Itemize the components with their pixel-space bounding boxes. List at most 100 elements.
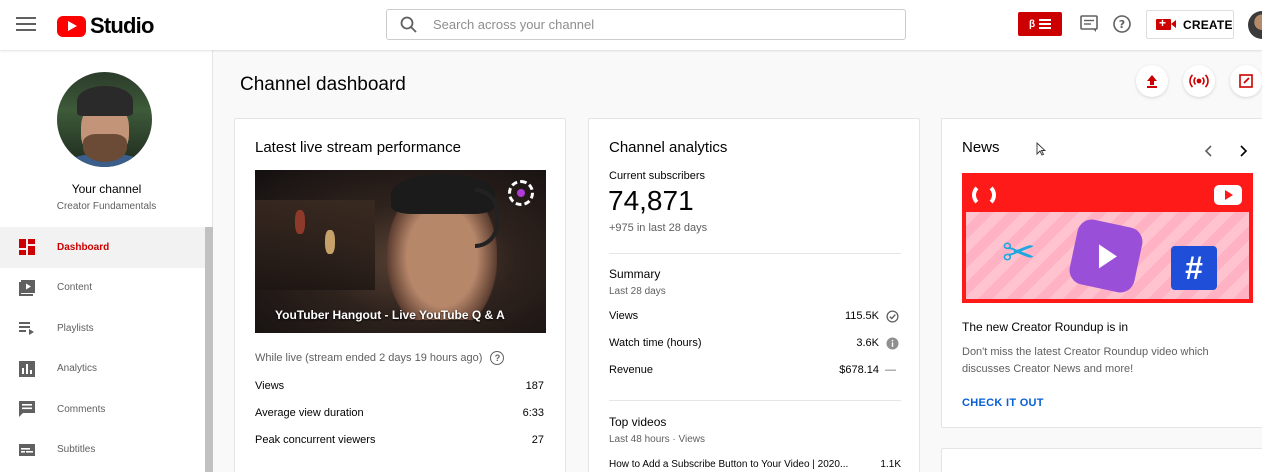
revenue-indicator: — xyxy=(885,364,896,376)
divider xyxy=(609,253,901,254)
channel-name: Creator Fundamentals xyxy=(56,201,157,212)
sidebar: Your channel Creator Fundamentals Dashbo… xyxy=(0,50,213,472)
check-it-out-button[interactable]: CHECK IT OUT xyxy=(962,397,1044,409)
stat-label: Peak concurrent viewers xyxy=(255,434,376,446)
playlists-icon xyxy=(19,322,34,336)
sidebar-item-label: Playlists xyxy=(57,322,94,334)
divider xyxy=(609,400,901,401)
summary-label: Views xyxy=(609,310,639,322)
page-title: Channel dashboard xyxy=(240,74,406,95)
content-icon xyxy=(19,279,35,296)
menu-icon[interactable] xyxy=(16,15,36,33)
subscribers-label: Current subscribers xyxy=(609,170,705,182)
analytics-icon xyxy=(19,360,35,377)
stat-value: 187 xyxy=(525,380,544,392)
gear-play-icon xyxy=(1066,216,1146,296)
live-icon xyxy=(1189,74,1209,88)
sidebar-item-label: Content xyxy=(57,282,93,294)
sidebar-item-playlists[interactable]: Playlists xyxy=(0,308,205,349)
stat-value: 6:33 xyxy=(522,407,544,419)
help-icon[interactable]: ? xyxy=(490,351,505,365)
news-headline[interactable]: The new Creator Roundup is in xyxy=(962,320,1128,334)
live-note-text: While live (stream ended 2 days 19 hours… xyxy=(255,352,483,364)
channel-watermark-icon xyxy=(508,180,534,206)
create-label: CREATE xyxy=(1183,17,1233,32)
sidebar-item-dashboard[interactable]: Dashboard xyxy=(0,227,205,268)
summary-row-views: Views 115.5K xyxy=(609,310,899,326)
stat-label: Views xyxy=(255,380,285,392)
live-card-title: Latest live stream performance xyxy=(255,139,461,156)
news-body: Don't miss the latest Creator Roundup vi… xyxy=(962,346,1209,375)
your-channel-label: Your channel xyxy=(71,182,142,196)
subscribers-count: 74,871 xyxy=(608,185,694,216)
news-card: News ✂ # The new Creator Roundup is in D… xyxy=(941,118,1262,428)
sidebar-scrollbar[interactable] xyxy=(205,227,213,472)
studio-logo[interactable]: Studio xyxy=(57,13,154,39)
summary-row-revenue: Revenue $678.14 — xyxy=(609,364,899,380)
upload-video-button[interactable] xyxy=(1136,65,1168,97)
chevron-left-icon[interactable] xyxy=(1200,142,1218,160)
search-icon xyxy=(400,16,417,33)
edit-icon xyxy=(1239,74,1253,88)
summary-title: Summary xyxy=(609,267,661,281)
analytics-card-title: Channel analytics xyxy=(609,139,728,156)
messages-icon[interactable] xyxy=(1078,13,1100,35)
sidebar-item-comments[interactable]: Comments xyxy=(0,389,205,430)
summary-label: Watch time (hours) xyxy=(609,337,702,349)
summary-value: 3.6K xyxy=(856,337,879,349)
sidebar-item-label: Comments xyxy=(57,403,106,415)
summary-value: 115.5K xyxy=(844,310,879,322)
news-card-title: News xyxy=(962,139,1000,156)
top-video-row[interactable]: How to Add a Subscribe Button to Your Vi… xyxy=(609,459,901,472)
sidebar-item-subtitles[interactable]: Subtitles xyxy=(0,430,205,471)
live-stat-row: Views 187 xyxy=(255,380,544,396)
create-video-icon xyxy=(1156,16,1176,30)
channel-avatar[interactable] xyxy=(57,72,152,167)
hashtag-icon: # xyxy=(1171,246,1217,290)
go-live-button[interactable] xyxy=(1183,65,1215,97)
summary-row-watch-time: Watch time (hours) 3.6K xyxy=(609,337,899,353)
summary-label: Revenue xyxy=(609,364,654,376)
create-post-button[interactable] xyxy=(1230,65,1262,97)
summary-period: Last 28 days xyxy=(609,286,666,297)
sidebar-item-analytics[interactable]: Analytics xyxy=(0,349,205,390)
search-input[interactable] xyxy=(433,17,873,32)
upload-icon xyxy=(1147,75,1157,88)
sync-icon xyxy=(972,183,996,207)
app-name: Studio xyxy=(90,13,154,38)
youtube-logo-icon xyxy=(57,15,86,37)
search-box[interactable] xyxy=(386,9,906,40)
sidebar-item-content[interactable]: Content xyxy=(0,268,205,309)
help-icon[interactable]: ? xyxy=(1111,13,1133,35)
live-video-title: YouTuber Hangout - Live YouTube Q & A xyxy=(275,308,505,322)
sidebar-item-label: Subtitles xyxy=(57,444,96,456)
youtube-icon xyxy=(1214,185,1242,205)
info-icon[interactable] xyxy=(886,337,899,350)
top-video-views: 1.1K xyxy=(880,459,901,470)
svg-text:?: ? xyxy=(1119,18,1125,31)
sidebar-item-label: Dashboard xyxy=(57,241,110,253)
chevron-right-icon[interactable] xyxy=(1234,142,1252,160)
channel-analytics-card: Channel analytics Current subscribers 74… xyxy=(588,118,920,472)
news-thumbnail[interactable]: ✂ # xyxy=(962,173,1253,303)
live-stat-row: Average view duration 6:33 xyxy=(255,407,544,423)
scissors-icon: ✂ xyxy=(1002,231,1036,275)
check-circle-icon xyxy=(886,310,899,323)
top-bar: Studio β ? CREATE xyxy=(0,0,1262,50)
subtitles-icon xyxy=(19,443,35,456)
stat-value: 27 xyxy=(531,434,544,446)
list-icon xyxy=(1039,17,1052,31)
live-stat-row: Peak concurrent viewers 27 xyxy=(255,434,544,450)
mouse-cursor-icon xyxy=(1036,142,1046,156)
dashboard-icon xyxy=(19,239,35,256)
summary-value: $678.14 xyxy=(839,364,879,376)
live-video-thumbnail[interactable]: YouTuber Hangout - Live YouTube Q & A xyxy=(255,170,546,333)
sidebar-item-label: Analytics xyxy=(57,363,98,375)
top-videos-period: Last 48 hours · Views xyxy=(609,434,705,445)
stat-label: Average view duration xyxy=(255,407,364,419)
beta-features-button[interactable]: β xyxy=(1018,12,1062,36)
comments-icon xyxy=(19,401,35,418)
top-video-title: How to Add a Subscribe Button to Your Vi… xyxy=(609,459,849,470)
account-avatar[interactable] xyxy=(1248,11,1262,39)
create-button[interactable]: CREATE xyxy=(1146,10,1234,39)
